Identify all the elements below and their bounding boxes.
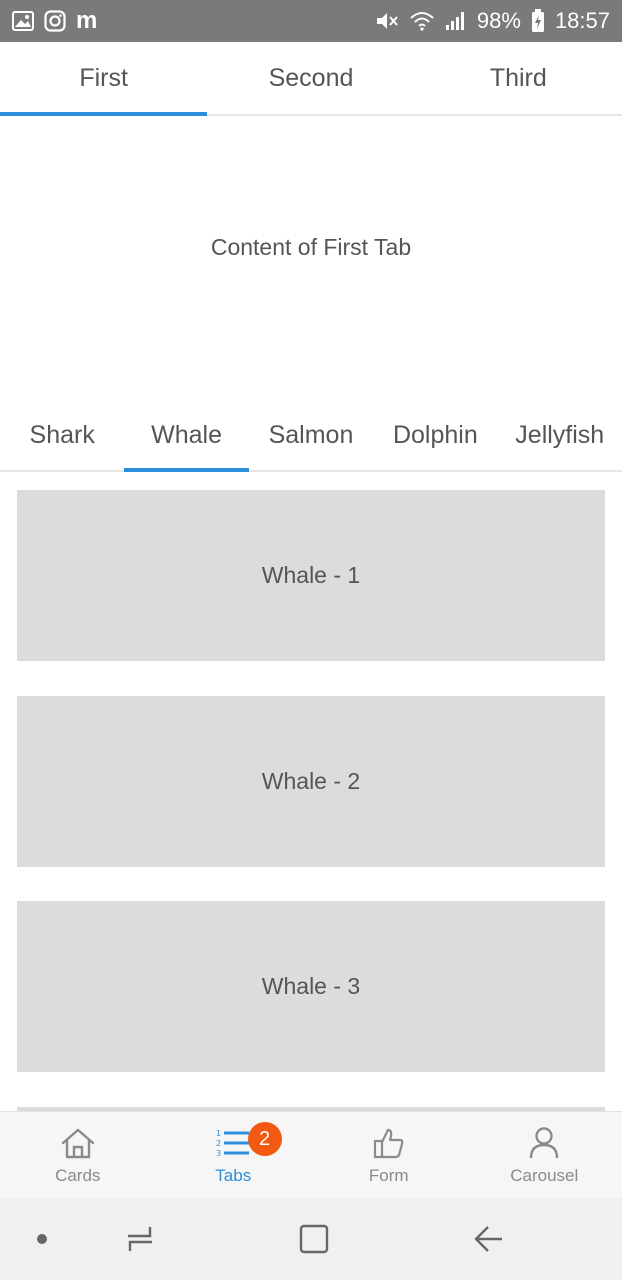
nav-cards[interactable]: Cards [0,1112,156,1198]
battery-charging-icon [531,9,545,33]
home-button-icon[interactable] [292,1198,336,1280]
svg-text:2: 2 [216,1139,221,1148]
wifi-icon [409,10,435,32]
card-item[interactable]: Whale - 1 [17,490,605,661]
user-icon [528,1124,560,1162]
system-navigation-bar [0,1198,622,1280]
first-tab-content-text: Content of First Tab [210,233,412,260]
nav-carousel-label: Carousel [510,1166,579,1185]
top-tab-bar: First Second Third [0,42,622,116]
card-label: Whale - 3 [261,973,361,999]
tab-jellyfish-label: Jellyfish [515,420,605,449]
card-item[interactable]: Whale - 2 [17,696,605,867]
nav-form[interactable]: Form [311,1112,467,1198]
dot-icon [30,1198,54,1280]
animal-tab-bar: Shark Whale Salmon Dolphin Jellyfish [0,400,622,472]
nav-tabs-label: Tabs [215,1166,252,1185]
list-icon: 123 [215,1124,251,1162]
mute-icon [375,10,399,32]
tab-dolphin[interactable]: Dolphin [373,400,497,470]
status-left: m [12,7,97,35]
battery-percent: 98% [476,8,521,33]
tab-third-label: Third [489,63,547,92]
clock: 18:57 [554,8,610,33]
tab-second[interactable]: Second [207,42,414,114]
recent-apps-icon[interactable] [118,1198,162,1280]
nav-form-label: Form [368,1166,409,1185]
card-list[interactable]: Whale - 1 Whale - 2 Whale - 3 [0,474,622,1111]
m-icon: m [76,7,98,34]
tab-first[interactable]: First [0,42,208,116]
home-icon [60,1124,96,1162]
tab-shark[interactable]: Shark [0,400,124,470]
tab-dolphin-label: Dolphin [392,420,478,449]
tab-first-label: First [79,63,128,92]
svg-text:3: 3 [216,1149,221,1158]
tab-shark-label: Shark [29,420,95,449]
back-icon[interactable] [466,1198,510,1280]
tab-second-label: Second [268,63,354,92]
thumbs-up-icon [372,1124,406,1162]
tab-whale-label: Whale [151,420,223,449]
bottom-navigation: Cards 123 Tabs 2 Form Carousel [0,1111,622,1198]
status-right: 98% 18:57 [375,8,610,34]
nav-cards-label: Cards [55,1166,101,1185]
instagram-icon [44,10,66,32]
card-label: Whale - 2 [261,768,361,794]
signal-icon [445,11,467,31]
tab-jellyfish[interactable]: Jellyfish [498,400,622,470]
tab-third[interactable]: Third [415,42,622,114]
first-tab-content: Content of First Tab [0,116,622,378]
tab-salmon[interactable]: Salmon [249,400,373,470]
card-item[interactable]: Whale - 3 [17,901,605,1072]
gallery-icon [12,11,34,31]
svg-text:1: 1 [216,1129,221,1138]
notification-badge: 2 [247,1122,282,1156]
tab-whale[interactable]: Whale [124,400,250,472]
nav-tabs[interactable]: 123 Tabs 2 [156,1112,312,1198]
status-bar: m 98% 18:57 [0,0,622,42]
card-label: Whale - 1 [261,562,361,588]
tab-salmon-label: Salmon [268,420,354,449]
nav-carousel[interactable]: Carousel [467,1112,622,1198]
